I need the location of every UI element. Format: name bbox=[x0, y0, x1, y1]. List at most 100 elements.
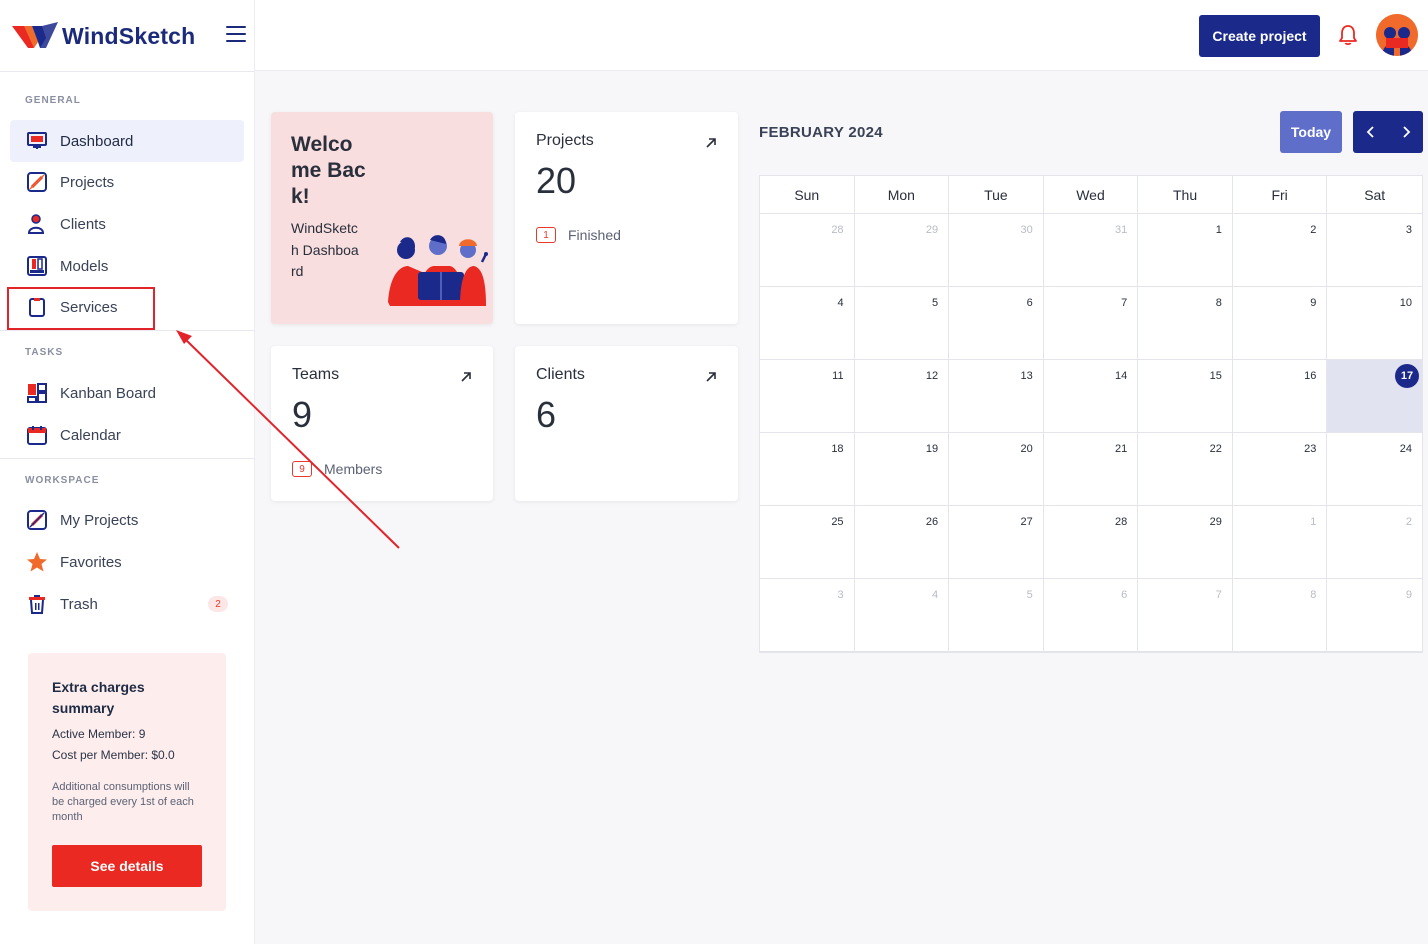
clients-stat-card[interactable]: Clients 6 bbox=[515, 346, 738, 501]
charges-note: Additional consumptions will be charged … bbox=[52, 781, 194, 823]
divider bbox=[0, 458, 255, 459]
calendar-day-number: 14 bbox=[1115, 370, 1128, 382]
sidebar-item-label: Clients bbox=[60, 215, 106, 233]
notification-bell-icon[interactable] bbox=[1336, 23, 1360, 47]
star-icon bbox=[26, 551, 48, 573]
arrow-up-right-icon[interactable] bbox=[704, 370, 718, 384]
calendar-day-today[interactable]: 17 bbox=[1327, 360, 1422, 433]
calendar-day[interactable]: 29 bbox=[1138, 506, 1233, 579]
sidebar-item-dashboard[interactable]: Dashboard bbox=[10, 120, 244, 162]
calendar-day[interactable]: 6 bbox=[1043, 579, 1139, 652]
divider bbox=[0, 330, 255, 331]
calendar-day[interactable]: 4 bbox=[854, 579, 950, 652]
previous-month-button[interactable] bbox=[1353, 111, 1388, 153]
sidebar-item-favorites[interactable]: Favorites bbox=[10, 541, 244, 583]
calendar-day[interactable]: 4 bbox=[760, 287, 855, 360]
sidebar-item-projects[interactable]: Projects bbox=[10, 161, 244, 203]
sidebar-item-calendar[interactable]: Calendar bbox=[10, 414, 244, 456]
calendar-day[interactable]: 13 bbox=[949, 360, 1044, 433]
arrow-up-right-icon[interactable] bbox=[704, 136, 718, 150]
arrow-up-right-icon[interactable] bbox=[459, 370, 473, 384]
calendar-day[interactable]: 3 bbox=[1327, 214, 1422, 287]
calendar-day[interactable]: 8 bbox=[1138, 287, 1233, 360]
topbar: Create project bbox=[255, 0, 1428, 71]
calendar-day[interactable]: 8 bbox=[1232, 579, 1328, 652]
calendar-day[interactable]: 3 bbox=[760, 579, 855, 652]
calendar-weekday-header: Sun Mon Tue Wed Thu Fri Sat bbox=[760, 176, 1422, 214]
calendar-day[interactable]: 7 bbox=[1138, 579, 1233, 652]
projects-stat-title: Projects bbox=[536, 132, 594, 149]
calendar-day[interactable]: 2 bbox=[1327, 506, 1422, 579]
calendar-day[interactable]: 11 bbox=[760, 360, 855, 433]
calendar-day-number: 1 bbox=[1215, 224, 1222, 236]
chevron-right-icon bbox=[1402, 126, 1410, 138]
calendar-day[interactable]: 31 bbox=[1043, 214, 1139, 287]
calendar-day[interactable]: 28 bbox=[1043, 506, 1139, 579]
calendar-day[interactable]: 21 bbox=[1043, 433, 1139, 506]
menu-toggle-icon[interactable] bbox=[226, 26, 246, 44]
calendar-day[interactable]: 5 bbox=[854, 287, 950, 360]
calendar-day[interactable]: 5 bbox=[949, 579, 1044, 652]
calendar-day-number: 27 bbox=[1020, 516, 1033, 528]
sidebar-item-models[interactable]: Models bbox=[10, 245, 244, 287]
brand[interactable]: WindSketch bbox=[12, 18, 195, 54]
calendar-day[interactable]: 27 bbox=[949, 506, 1044, 579]
active-member-text: Active Member: 9 bbox=[52, 727, 146, 741]
calendar-day[interactable]: 23 bbox=[1232, 433, 1328, 506]
clients-icon bbox=[26, 213, 48, 235]
user-avatar[interactable] bbox=[1376, 14, 1418, 56]
weekday-label: Mon bbox=[855, 176, 950, 213]
create-project-button[interactable]: Create project bbox=[1199, 15, 1320, 57]
sidebar-item-label: Kanban Board bbox=[60, 384, 156, 402]
calendar-day[interactable]: 29 bbox=[854, 214, 950, 287]
calendar-day[interactable]: 2 bbox=[1232, 214, 1328, 287]
calendar-day[interactable]: 1 bbox=[1232, 506, 1328, 579]
calendar-day-number: 23 bbox=[1304, 443, 1317, 455]
sidebar-item-label: Trash bbox=[60, 595, 98, 613]
teams-stat-card[interactable]: Teams 9 9 Members bbox=[271, 346, 493, 501]
calendar-day[interactable]: 6 bbox=[949, 287, 1044, 360]
charges-title: Extra charges summary bbox=[52, 679, 145, 716]
next-month-button[interactable] bbox=[1388, 111, 1423, 153]
sidebar-item-my-projects[interactable]: My Projects bbox=[10, 499, 244, 541]
calendar-day[interactable]: 25 bbox=[760, 506, 855, 579]
calendar-day[interactable]: 15 bbox=[1138, 360, 1233, 433]
calendar-day[interactable]: 9 bbox=[1232, 287, 1328, 360]
projects-stat-value: 20 bbox=[536, 160, 577, 201]
calendar-day[interactable]: 10 bbox=[1327, 287, 1422, 360]
calendar-day[interactable]: 9 bbox=[1327, 579, 1422, 652]
calendar-day[interactable]: 19 bbox=[854, 433, 950, 506]
calendar-day[interactable]: 7 bbox=[1043, 287, 1139, 360]
calendar-day-number: 5 bbox=[932, 297, 939, 309]
calendar-nav bbox=[1353, 111, 1423, 153]
members-label: Members bbox=[324, 461, 383, 477]
calendar-day-number: 12 bbox=[925, 370, 939, 382]
calendar-day[interactable]: 14 bbox=[1043, 360, 1139, 433]
calendar-day-number: 2 bbox=[1310, 224, 1317, 236]
teams-stat-value: 9 bbox=[292, 394, 313, 435]
sidebar-item-services[interactable]: Services bbox=[10, 286, 244, 328]
calendar-day[interactable]: 26 bbox=[854, 506, 950, 579]
teams-stat-title: Teams bbox=[292, 366, 340, 383]
calendar-day[interactable]: 30 bbox=[949, 214, 1044, 287]
calendar-day[interactable]: 16 bbox=[1232, 360, 1328, 433]
weekday-label: Tue bbox=[949, 176, 1044, 213]
today-button[interactable]: Today bbox=[1280, 111, 1342, 153]
calendar-day[interactable]: 12 bbox=[854, 360, 950, 433]
welcome-title: Welcome Back! bbox=[291, 133, 366, 208]
calendar-day-number: 31 bbox=[1115, 224, 1128, 236]
calendar-day[interactable]: 22 bbox=[1138, 433, 1233, 506]
calendar-day[interactable]: 24 bbox=[1327, 433, 1422, 506]
calendar-day-number: 9 bbox=[1405, 589, 1412, 601]
calendar-day[interactable]: 1 bbox=[1138, 214, 1233, 287]
calendar-day[interactable]: 28 bbox=[760, 214, 855, 287]
projects-stat-card[interactable]: Projects 20 1 Finished bbox=[515, 112, 738, 324]
see-details-button[interactable]: See details bbox=[52, 845, 202, 887]
calendar-day-number: 6 bbox=[1026, 297, 1033, 309]
sidebar-item-clients[interactable]: Clients bbox=[10, 203, 244, 245]
calendar-day[interactable]: 18 bbox=[760, 433, 855, 506]
team-illustration-icon bbox=[388, 235, 488, 306]
calendar-day[interactable]: 20 bbox=[949, 433, 1044, 506]
sidebar-item-trash[interactable]: Trash 2 bbox=[10, 583, 244, 625]
sidebar-item-kanban-board[interactable]: Kanban Board bbox=[10, 372, 244, 414]
